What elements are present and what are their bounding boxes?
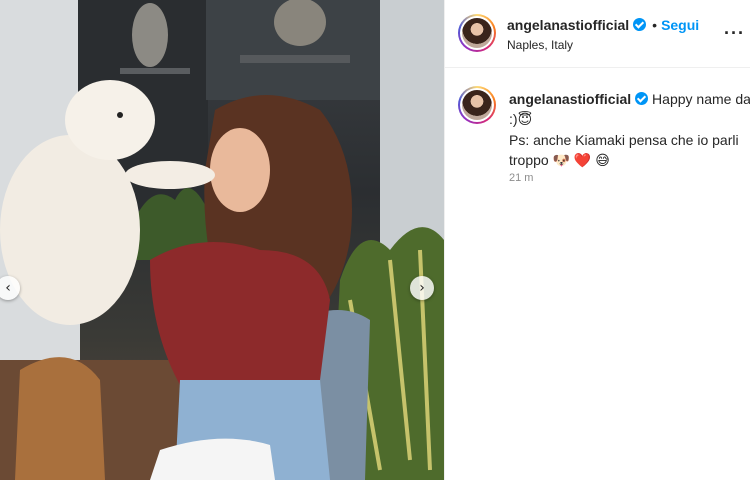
caption-username-link[interactable]: angelanastiofficial [509, 91, 631, 107]
smiling-halo-emoji: 😇 [517, 112, 533, 128]
caption-line-1: angelanastiofficial Happy name day [509, 89, 750, 109]
location-link[interactable]: Naples, Italy [507, 38, 573, 52]
more-options-icon[interactable]: ··· [724, 24, 745, 42]
separator-dot: • [652, 17, 658, 33]
profile-picture [462, 18, 492, 48]
red-heart-emoji: ❤️ [573, 153, 592, 169]
follow-button[interactable]: Segui [661, 17, 699, 33]
photo-illustration [0, 0, 444, 480]
caption-avatar[interactable] [458, 86, 496, 124]
caption-line-3: Ps: anche Kiamaki pensa che io parli [509, 132, 739, 148]
verified-badge-icon [633, 18, 647, 31]
caption-text-line2: :) [509, 111, 518, 127]
carousel-next-button[interactable]: › [410, 276, 434, 300]
avatar[interactable] [458, 14, 496, 52]
post-timestamp[interactable]: 21 m [509, 172, 533, 184]
caption-text-line4: troppo [509, 152, 549, 168]
caption-line-2: :)😇 [509, 109, 749, 130]
username-link[interactable]: angelanastiofficial [507, 17, 629, 33]
header-name-row: angelanastiofficial • Segui [507, 17, 699, 35]
caption-text-line1: Happy name day [652, 91, 750, 107]
verified-badge-icon [635, 92, 649, 105]
grinning-sweat-emoji: 😅 [595, 153, 610, 169]
post-photo[interactable]: ‹ › [0, 0, 444, 480]
post-header: angelanastiofficial • Segui Naples, Italy … [445, 0, 750, 68]
caption-text: angelanastiofficial Happy name day :)😇 P… [509, 89, 750, 171]
profile-picture [462, 90, 492, 120]
caption-line-4: troppo 🐶 ❤️ 😅 [509, 150, 749, 171]
dog-emoji: 🐶 [552, 153, 571, 169]
chevron-left-icon: ‹ [5, 280, 11, 296]
post-side-panel: angelanastiofficial • Segui Naples, Italy … [444, 0, 750, 480]
chevron-right-icon: › [419, 280, 425, 296]
